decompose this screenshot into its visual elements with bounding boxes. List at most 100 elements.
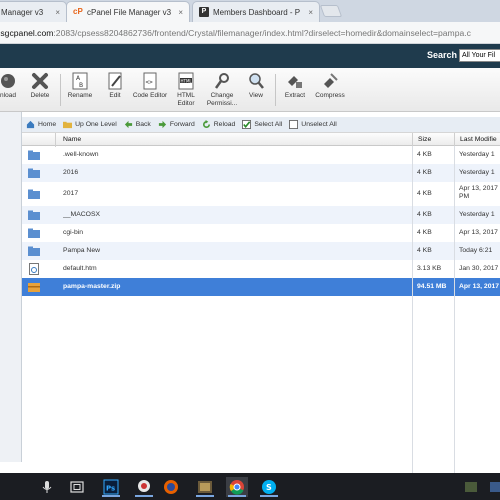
file-size: 4 KB (417, 211, 432, 218)
select-all-label: Select All (254, 121, 283, 128)
members-logo-icon: P (199, 7, 209, 17)
compress-icon (324, 73, 338, 88)
table-row[interactable]: 2016 4 KB Yesterday 1 (22, 164, 500, 182)
address-bar[interactable]: .sgcpanel.com:2083/cpsess8204862736/fron… (0, 22, 500, 44)
home-button[interactable]: Home (26, 120, 56, 129)
column-divider (454, 146, 455, 473)
toolbar-label: View (249, 92, 263, 99)
file-modified: Jan 30, 2017 (459, 265, 499, 272)
column-separator (55, 133, 56, 147)
back-button[interactable]: Back (124, 120, 151, 129)
tab-label: Members Dashboard - P (213, 7, 301, 17)
column-header-modified[interactable]: Last Modifie (460, 136, 497, 143)
table-row[interactable]: 2017 4 KB Apr 13, 2017 PM (22, 182, 500, 206)
app-icon (138, 480, 150, 492)
file-list-table: Name Size Last Modifie .well-known 4 KB … (22, 132, 500, 296)
tab-close-icon[interactable]: × (308, 8, 313, 17)
up-folder-icon (63, 121, 73, 129)
unselect-all-label: Unselect All (301, 121, 337, 128)
tab-cpanel-file-manager[interactable]: cP cPanel File Manager v3 × (66, 1, 190, 22)
file-name: cgi-bin (63, 229, 84, 236)
change-permissions-button[interactable]: Change Permissi... (202, 72, 242, 107)
toolbar-label: Rename (67, 92, 93, 99)
file-name: pampa-master.zip (63, 283, 121, 290)
file-name: .well-known (63, 151, 99, 158)
folder-icon (28, 189, 40, 199)
compress-button[interactable]: Compress (312, 72, 348, 100)
toolbar-separator (275, 74, 276, 106)
running-indicator (102, 495, 120, 497)
microphone-icon (42, 481, 52, 493)
select-all-button[interactable]: Select All (242, 120, 282, 129)
chrome-taskbar-button[interactable] (226, 477, 248, 497)
home-label: Home (38, 121, 57, 128)
reload-button[interactable]: Reload (202, 120, 235, 129)
tab-members-dashboard[interactable]: P Members Dashboard - P × (192, 1, 320, 22)
file-size: 4 KB (417, 151, 432, 158)
skype-taskbar-button[interactable]: S (258, 477, 280, 497)
table-row[interactable]: default.htm 3.13 KB Jan 30, 2017 (22, 260, 500, 278)
checkbox-empty-icon (289, 120, 299, 129)
table-row[interactable]: .well-known 4 KB Yesterday 1 (22, 146, 500, 164)
file-name: default.htm (63, 265, 97, 272)
column-divider (412, 146, 413, 473)
running-indicator (260, 495, 278, 497)
running-indicator (196, 495, 214, 497)
html-editor-button[interactable]: HTML HTML Editor (168, 72, 204, 107)
toolbar-label: Code Editor (132, 92, 168, 99)
file-modified: Apr 13, 2017 PM (459, 185, 498, 200)
view-button[interactable]: View (238, 72, 274, 100)
file-size: 3.13 KB (417, 265, 442, 272)
search-scope-select[interactable]: All Your Fil (459, 49, 500, 62)
unselect-all-button[interactable]: Unselect All (289, 120, 337, 129)
up-one-level-label: Up One Level (75, 121, 117, 128)
firefox-taskbar-button[interactable] (160, 477, 182, 497)
file-name: 2016 (63, 169, 79, 176)
column-header-size[interactable]: Size (418, 136, 431, 143)
new-tab-button[interactable] (319, 5, 343, 17)
url-path: :2083/cpsess8204862736/frontend/Crystal/… (53, 27, 471, 38)
task-view-icon (70, 481, 84, 493)
code-editor-button[interactable]: <> Code Editor (132, 72, 168, 100)
tray-app-icon (465, 482, 477, 492)
toolbar-label: HTML Editor (177, 92, 195, 107)
back-label: Back (135, 121, 151, 128)
delete-button[interactable]: Delete (22, 72, 58, 100)
file-name: Pampa New (63, 247, 101, 254)
file-modified: Apr 13, 2017 (459, 283, 500, 290)
running-indicator (228, 495, 246, 497)
code-editor-icon: <> (143, 72, 157, 90)
directory-tree-panel[interactable] (0, 112, 22, 462)
chrome-icon (229, 480, 244, 495)
table-row[interactable]: cgi-bin 4 KB Apr 13, 2017 (22, 224, 500, 242)
toolbar-label: Extract (284, 92, 306, 99)
tray-app-button[interactable] (486, 477, 500, 497)
upload-icon (1, 74, 15, 88)
up-one-level-button[interactable]: Up One Level (63, 120, 117, 129)
extract-icon (288, 76, 302, 88)
task-view-button[interactable] (66, 477, 88, 497)
forward-button[interactable]: Forward (158, 120, 195, 129)
table-row-selected[interactable]: pampa-master.zip 94.51 MB Apr 13, 2017 (22, 278, 500, 296)
cortana-button[interactable] (36, 477, 58, 497)
zip-archive-icon (28, 283, 40, 292)
tab-close-icon[interactable]: × (178, 8, 183, 17)
url-text[interactable]: .sgcpanel.com:2083/cpsess8204862736/fron… (0, 28, 471, 38)
app-taskbar-button[interactable] (133, 477, 155, 497)
folder-icon (28, 246, 40, 256)
table-row[interactable]: Pampa New 4 KB Today 6:21 (22, 242, 500, 260)
file-size: 4 KB (417, 190, 432, 197)
column-header-name[interactable]: Name (63, 136, 81, 143)
svg-text:S: S (266, 483, 272, 492)
cpanel-header: Search All Your Fil (0, 44, 500, 68)
tab-close-icon[interactable]: × (55, 8, 60, 17)
table-row[interactable]: __MACOSX 4 KB Yesterday 1 (22, 206, 500, 224)
tray-app-button[interactable] (460, 477, 482, 497)
edit-button[interactable]: Edit (97, 72, 133, 100)
rename-button[interactable]: AB Rename (62, 72, 98, 100)
extract-button[interactable]: Extract (277, 72, 313, 100)
tab-file-manager-v3[interactable]: Manager v3 × (0, 1, 67, 22)
view-icon (249, 73, 264, 89)
photoshop-taskbar-button[interactable]: Ps (100, 477, 122, 497)
media-taskbar-button[interactable] (194, 477, 216, 497)
